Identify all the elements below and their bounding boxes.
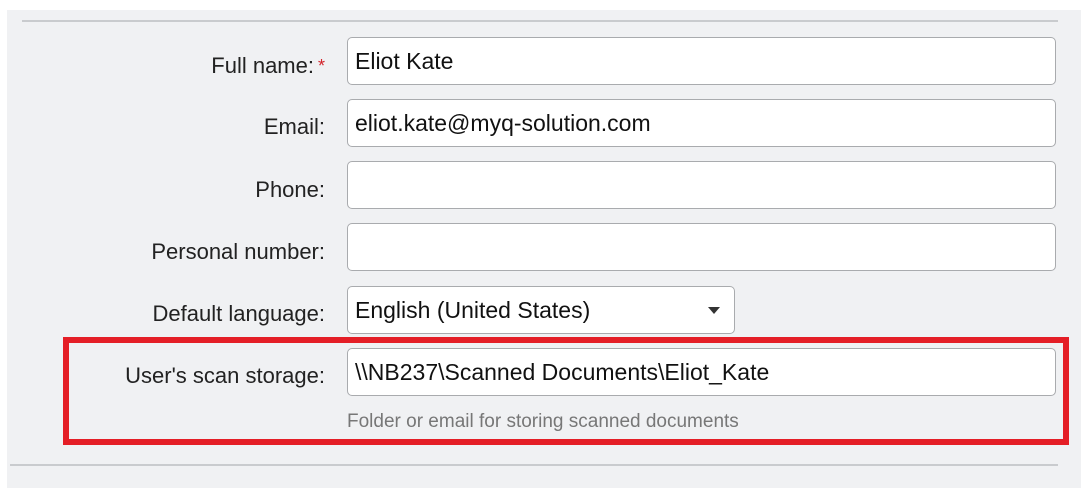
scan-storage-input[interactable]: \\NB237\Scanned Documents\Eliot_Kate bbox=[347, 348, 1056, 396]
default-language-label: Default language: bbox=[152, 301, 325, 326]
bottom-divider bbox=[10, 464, 1058, 466]
default-language-value: English (United States) bbox=[355, 297, 591, 323]
personal-number-label: Personal number: bbox=[151, 239, 325, 264]
full-name-label: Full name: * bbox=[211, 53, 325, 78]
phone-label: Phone: bbox=[255, 177, 325, 202]
phone-input[interactable] bbox=[347, 161, 1056, 209]
personal-number-input[interactable] bbox=[347, 223, 1056, 271]
email-input[interactable]: eliot.kate@myq-solution.com bbox=[347, 99, 1056, 147]
required-mark: * bbox=[317, 56, 325, 76]
scan-storage-help: Folder or email for storing scanned docu… bbox=[347, 411, 739, 432]
scan-storage-label: User's scan storage: bbox=[125, 363, 325, 388]
full-name-input[interactable]: Eliot Kate bbox=[347, 37, 1056, 85]
default-language-select[interactable]: English (United States) bbox=[347, 286, 735, 334]
top-divider bbox=[22, 20, 1058, 22]
chevron-down-icon bbox=[708, 307, 720, 314]
email-label: Email: bbox=[263, 114, 325, 139]
